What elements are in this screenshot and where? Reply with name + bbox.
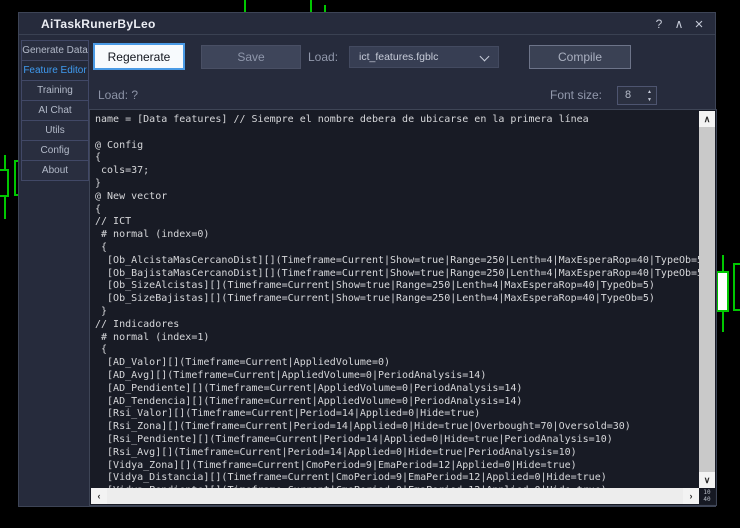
code-line: [Vidya_Zona][](Timeframe=Current|CmoPeri… <box>95 460 701 473</box>
code-line: { <box>95 152 701 165</box>
code-line: [Ob_SizeBajistas][](Timeframe=Current|Sh… <box>95 293 701 306</box>
chevron-down-icon <box>480 52 490 62</box>
code-line: { <box>95 242 701 255</box>
chart-candle-wick <box>324 5 326 12</box>
spinner-buttons: ▲ ▼ <box>647 88 652 104</box>
scroll-right-icon[interactable]: › <box>683 488 699 504</box>
chart-candle <box>733 263 740 311</box>
code-line: [AD_Valor][](Timeframe=Current|AppliedVo… <box>95 357 701 370</box>
code-line: # normal (index=1) <box>95 332 701 345</box>
code-line: @ New vector <box>95 191 701 204</box>
code-line: } <box>95 306 701 319</box>
code-line: @ Config <box>95 140 701 153</box>
code-line: { <box>95 204 701 217</box>
font-size-value: 8 <box>625 89 631 101</box>
code-line: [Ob_SizeAlcistas][](Timeframe=Current|Sh… <box>95 280 701 293</box>
scroll-down-icon[interactable]: ∨ <box>699 472 715 488</box>
sidebar-tab-utils[interactable]: Utils <box>21 120 89 141</box>
chart-candle <box>716 271 729 312</box>
code-line: [Rsi_Zona][](Timeframe=Current|Period=14… <box>95 421 701 434</box>
window-title: AiTaskRunerByLeo <box>41 17 156 31</box>
font-size-label: Font size: <box>550 88 602 102</box>
code-line: [Rsi_Valor][](Timeframe=Current|Period=1… <box>95 408 701 421</box>
scrollbar-corner: 10 40 <box>699 488 715 504</box>
spin-down-icon[interactable]: ▼ <box>647 96 652 104</box>
spin-up-icon[interactable]: ▲ <box>647 88 652 96</box>
sidebar-tab-generate-data[interactable]: Generate Data <box>21 40 89 61</box>
code-line: [Ob_AlcistaMasCercanoDist][](Timeframe=C… <box>95 255 701 268</box>
code-line: } <box>95 178 701 191</box>
corner-fragment: 40 <box>699 496 715 503</box>
app-window: AiTaskRunerByLeo ? ∧ × Generate DataFeat… <box>18 12 716 507</box>
close-icon[interactable]: × <box>689 15 709 33</box>
code-line: # normal (index=0) <box>95 229 701 242</box>
code-line: [AD_Pendiente][](Timeframe=Current|Appli… <box>95 383 701 396</box>
scroll-left-icon[interactable]: ‹ <box>91 488 107 504</box>
chart-candle-wick <box>244 0 246 12</box>
code-content: name = [Data features] // Siempre el nom… <box>91 111 701 489</box>
vertical-scrollbar[interactable]: ∧ ∨ <box>699 111 715 488</box>
titlebar: AiTaskRunerByLeo ? ∧ × <box>19 13 715 35</box>
font-size-spinner[interactable]: 8 ▲ ▼ <box>617 86 657 105</box>
code-line: cols=37; <box>95 165 701 178</box>
sidebar-tab-about[interactable]: About <box>21 160 89 181</box>
load-label: Load: <box>308 50 338 64</box>
code-line: name = [Data features] // Siempre el nom… <box>95 114 701 127</box>
load-select[interactable]: ict_features.fgblc <box>349 46 499 68</box>
load-select-value: ict_features.fgblc <box>359 51 438 63</box>
code-line: [AD_Tendencia][](Timeframe=Current|Appli… <box>95 396 701 409</box>
sidebar-tab-ai-chat[interactable]: AI Chat <box>21 100 89 121</box>
code-line: [Ob_BajistaMasCercanoDist][](Timeframe=C… <box>95 268 701 281</box>
code-line: [AD_Avg][](Timeframe=Current|AppliedVolu… <box>95 370 701 383</box>
sidebar-tab-config[interactable]: Config <box>21 140 89 161</box>
chart-candle <box>0 169 9 197</box>
code-line: [Rsi_Avg][](Timeframe=Current|Period=14|… <box>95 447 701 460</box>
regenerate-button[interactable]: Regenerate <box>93 43 185 70</box>
code-line <box>95 127 701 140</box>
sidebar-tabs: Generate DataFeature EditorTrainingAI Ch… <box>21 41 89 181</box>
save-button[interactable]: Save <box>201 45 301 69</box>
code-line: // ICT <box>95 216 701 229</box>
help-icon[interactable]: ? <box>649 15 669 33</box>
sidebar-tab-feature-editor[interactable]: Feature Editor <box>21 60 89 81</box>
scroll-up-icon[interactable]: ∧ <box>699 111 715 127</box>
sidebar-tab-training[interactable]: Training <box>21 80 89 101</box>
code-line: [Vidya_Distancia][](Timeframe=Current|Cm… <box>95 472 701 485</box>
titlebar-controls: ? ∧ × <box>649 15 709 33</box>
corner-fragment: 10 <box>699 489 715 496</box>
collapse-icon[interactable]: ∧ <box>669 15 689 33</box>
code-line: // Indicadores <box>95 319 701 332</box>
load-status-text: Load: ? <box>98 88 138 102</box>
code-editor[interactable]: name = [Data features] // Siempre el nom… <box>89 109 717 506</box>
code-line: { <box>95 344 701 357</box>
compile-button[interactable]: Compile <box>529 45 631 69</box>
screen: AiTaskRunerByLeo ? ∧ × Generate DataFeat… <box>0 0 740 528</box>
chart-candle-wick <box>722 312 724 332</box>
chart-candle-wick <box>4 197 6 219</box>
code-line: [Rsi_Pendiente][](Timeframe=Current|Peri… <box>95 434 701 447</box>
horizontal-scrollbar[interactable]: ‹ › <box>91 488 699 504</box>
chart-candle-wick <box>310 0 312 12</box>
